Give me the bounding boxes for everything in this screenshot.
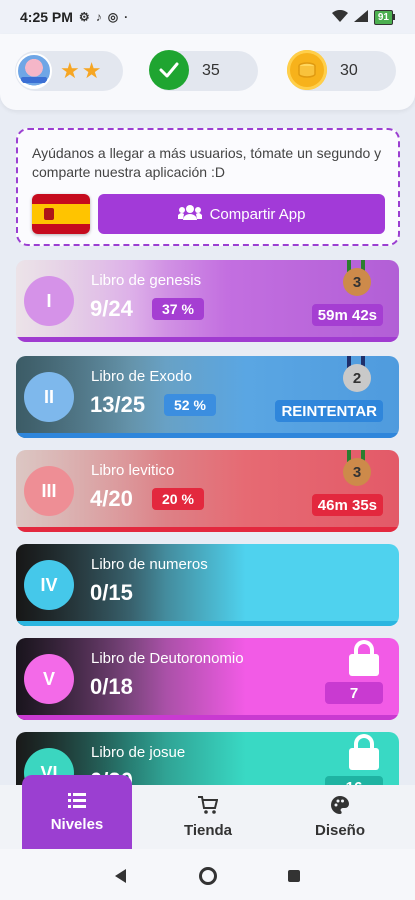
- nav-tab-diseno[interactable]: Diseño: [285, 785, 395, 849]
- level-card-2[interactable]: II Libro de Exodo 13/25 52 % 2 REINTENTA…: [16, 356, 399, 438]
- level-card-5[interactable]: V Libro de Deutoronomio 0/18 7: [16, 638, 399, 720]
- nav-label: Niveles: [50, 815, 104, 833]
- settings-gear-icon: ⚙: [78, 10, 90, 24]
- level-title: Libro levitico: [91, 462, 175, 479]
- levels-list[interactable]: I Libro de genesis 9/24 37 % 3 59m 42s I…: [0, 260, 415, 785]
- retry-button[interactable]: REINTENTAR: [275, 400, 383, 422]
- level-numeral: V: [24, 654, 74, 704]
- status-left: 4:25 PM ⚙ ♪ ◎ ·: [20, 9, 128, 25]
- battery-icon: 91: [373, 9, 395, 25]
- palette-icon: [331, 795, 349, 819]
- coins-pill: 30: [287, 50, 396, 91]
- level-title: Libro de Exodo: [91, 368, 192, 385]
- users-icon: [177, 204, 203, 224]
- level-numeral: I: [24, 276, 74, 326]
- level-title: Libro de genesis: [91, 272, 202, 289]
- cart-icon: [198, 795, 219, 819]
- level-title: Libro de Deutoronomio: [91, 650, 244, 667]
- lock-icon: [347, 734, 381, 770]
- status-bar: 4:25 PM ⚙ ♪ ◎ · 91: [0, 0, 415, 34]
- dot-icon: ·: [124, 10, 129, 24]
- level-progress: 0/15: [90, 580, 133, 605]
- level-card-3[interactable]: III Libro levitico 4/20 20 % 3 46m 35s: [16, 450, 399, 532]
- spain-flag-icon[interactable]: [32, 194, 90, 234]
- level-percent-badge: 37 %: [152, 298, 204, 320]
- back-icon[interactable]: [115, 869, 126, 883]
- level-numeral: III: [24, 466, 74, 516]
- coins-count: 30: [340, 62, 358, 79]
- level-best-time: 46m 35s: [311, 494, 383, 516]
- avatar[interactable]: [16, 53, 52, 89]
- unlock-cost-badge: 16: [325, 776, 383, 785]
- share-app-button[interactable]: Compartir App: [98, 194, 385, 234]
- level-percent-badge: 52 %: [164, 394, 216, 416]
- level-title: Libro de numeros: [91, 556, 208, 573]
- level-progress: 9/24: [90, 296, 133, 321]
- silver-medal-icon: 2: [341, 356, 371, 396]
- status-right: 91: [331, 9, 395, 25]
- level-progress: 4/20: [90, 486, 133, 511]
- checks-count: 35: [202, 62, 220, 79]
- level-card-1[interactable]: I Libro de genesis 9/24 37 % 3 59m 42s: [16, 260, 399, 342]
- share-message: Ayúdanos a llegar a más usuarios, tómate…: [32, 145, 382, 180]
- list-icon: [68, 792, 86, 813]
- status-time: 4:25 PM: [20, 9, 73, 25]
- level-numeral: IV: [24, 560, 74, 610]
- level-percent-badge: 20 %: [152, 488, 204, 510]
- level-best-time: 59m 42s: [311, 304, 383, 326]
- nav-tab-niveles[interactable]: Niveles: [22, 775, 132, 849]
- coins-icon: [287, 50, 327, 90]
- lock-icon: [347, 640, 381, 676]
- share-card: Ayúdanos a llegar a más usuarios, tómate…: [16, 128, 400, 246]
- notification-icon: ◎: [107, 10, 119, 24]
- share-app-label: Compartir App: [209, 205, 306, 223]
- nav-label: Tienda: [183, 821, 233, 839]
- battery-level: 91: [373, 9, 393, 25]
- check-icon: [149, 50, 189, 90]
- profile-pill[interactable]: ★★: [15, 51, 123, 91]
- level-title: Libro de josue: [91, 744, 186, 761]
- level-progress: 0/18: [90, 674, 133, 699]
- checks-pill: 35: [149, 50, 258, 91]
- wifi-icon: [331, 9, 348, 25]
- system-navigation-bar: [0, 849, 415, 900]
- star-rating: ★★: [60, 58, 104, 83]
- bronze-medal-icon: 3: [341, 450, 371, 490]
- unlock-cost-badge: 7: [325, 682, 383, 704]
- level-card-4[interactable]: IV Libro de numeros 0/15: [16, 544, 399, 626]
- nav-label: Diseño: [314, 821, 365, 839]
- level-progress: 13/25: [90, 392, 146, 417]
- tiktok-icon: ♪: [95, 10, 102, 24]
- level-numeral: II: [24, 372, 74, 422]
- home-icon[interactable]: [199, 867, 217, 885]
- recent-apps-icon[interactable]: [288, 870, 300, 882]
- bronze-medal-icon: 3: [341, 260, 371, 300]
- bottom-navigation: Niveles Tienda Diseño: [0, 775, 415, 849]
- nav-tab-tienda[interactable]: Tienda: [153, 785, 263, 849]
- signal-icon: [353, 9, 368, 25]
- top-header: ★★ 35 30: [0, 34, 415, 110]
